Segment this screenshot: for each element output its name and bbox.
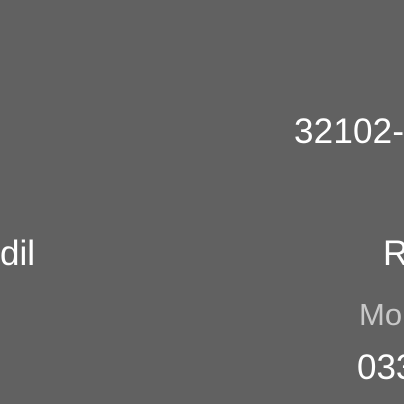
top-value-text: 32102-	[294, 112, 404, 151]
secondary-label-text: Mo	[359, 297, 403, 332]
left-name-text: dil	[0, 234, 36, 273]
screen-background: 32102- dil R Mo 033	[0, 0, 404, 404]
right-name-text: R	[383, 234, 404, 273]
bottom-value-text: 033	[357, 348, 404, 387]
